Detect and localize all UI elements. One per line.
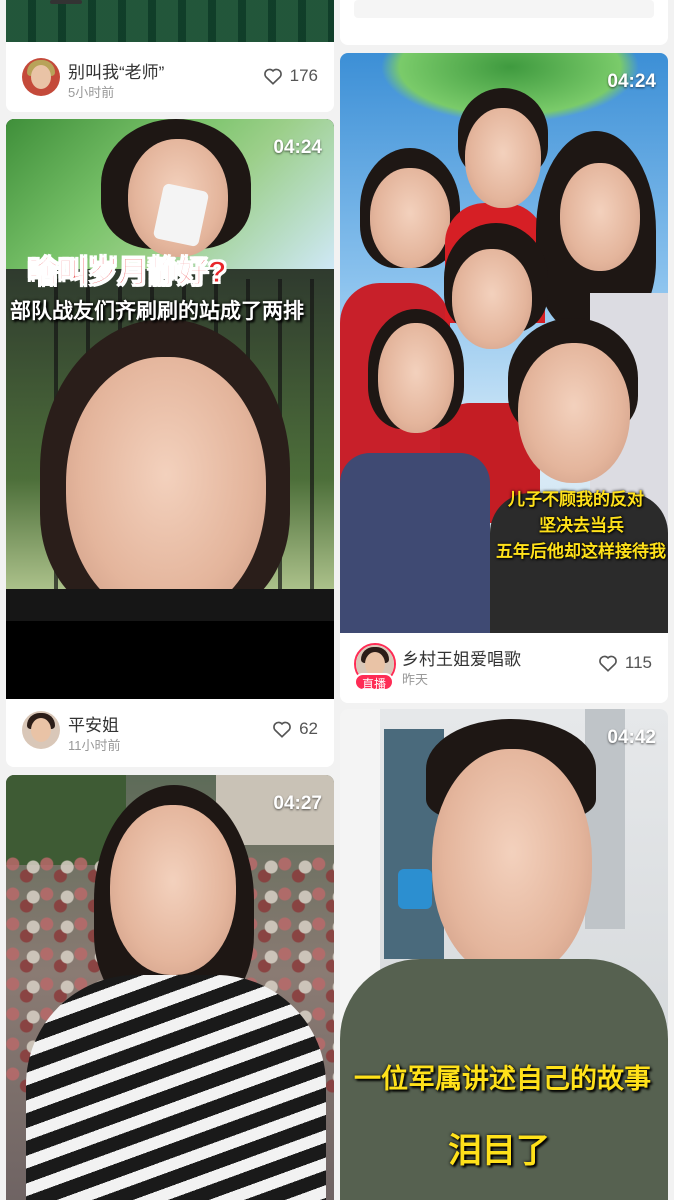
caption-line: 儿子不顾我的反对 [508,490,644,509]
author-name[interactable]: 别叫我“老师” [68,58,164,83]
author-name[interactable]: 乡村王姐爱唱歌 [402,645,521,670]
caption-line: 泪目了 [448,1132,550,1170]
avatar[interactable] [22,711,60,749]
top-indicator [50,0,82,4]
video-meta: 别叫我“老师” 5小时前 176 [6,46,334,112]
caption-line: 坚决去当兵 [539,516,624,535]
author-name[interactable]: 平安姐 [68,711,119,736]
video-feed: 别叫我“老师” 5小时前 176 04:24 啥叫岁月静好? 部队战友们齐刷刷的… [0,0,674,1200]
heart-icon [272,720,292,738]
like-count: 62 [299,719,318,738]
heart-icon [598,654,618,672]
caption-line: 一位军属讲述自己的故事 [354,1064,651,1094]
post-time: 昨天 [402,672,429,687]
video-card[interactable]: 04:42 一位军属讲述自己的故事 泪目了 [340,709,668,1200]
live-badge[interactable]: 直播 [354,673,394,691]
like-button[interactable]: 115 [598,653,652,673]
video-thumbnail[interactable]: 04:27 [6,775,334,1200]
video-duration: 04:27 [273,793,322,814]
video-duration: 04:24 [607,71,656,92]
video-card[interactable] [340,0,668,45]
video-card[interactable]: 别叫我“老师” 5小时前 176 [6,0,334,112]
video-thumbnail[interactable]: 04:42 一位军属讲述自己的故事 泪目了 [340,709,668,1200]
video-thumbnail[interactable] [6,0,334,42]
video-card[interactable]: 04:24 儿子不顾我的反对 坚决去当兵 五年后他却这样接待我 直播 乡村王姐爱… [340,53,668,703]
post-time: 5小时前 [68,85,115,100]
like-button[interactable]: 62 [272,719,318,739]
post-time: 11小时前 [68,738,121,753]
video-duration: 04:42 [607,727,656,748]
video-meta: 平安姐 11小时前 62 [6,699,334,767]
video-thumbnail[interactable]: 04:24 啥叫岁月静好? 部队战友们齐刷刷的站成了两排 [6,119,334,699]
like-count: 176 [289,66,318,85]
video-duration: 04:24 [273,137,322,158]
video-card[interactable]: 04:24 啥叫岁月静好? 部队战友们齐刷刷的站成了两排 平安姐 11小时前 6… [6,119,334,767]
video-meta: 直播 乡村王姐爱唱歌 昨天 115 [340,633,668,703]
heart-icon [263,67,283,85]
video-thumbnail[interactable]: 04:24 儿子不顾我的反对 坚决去当兵 五年后他却这样接待我 [340,53,668,633]
video-subtitle-overlay: 部队战友们齐刷刷的站成了两排 [10,300,304,323]
video-card[interactable]: 04:27 [6,775,334,1200]
like-button[interactable]: 176 [263,66,318,86]
avatar[interactable] [22,58,60,96]
caption-line: 五年后他却这样接待我 [496,542,666,561]
like-count: 115 [624,653,652,672]
video-title-overlay: 啥叫岁月静好? [27,256,227,290]
